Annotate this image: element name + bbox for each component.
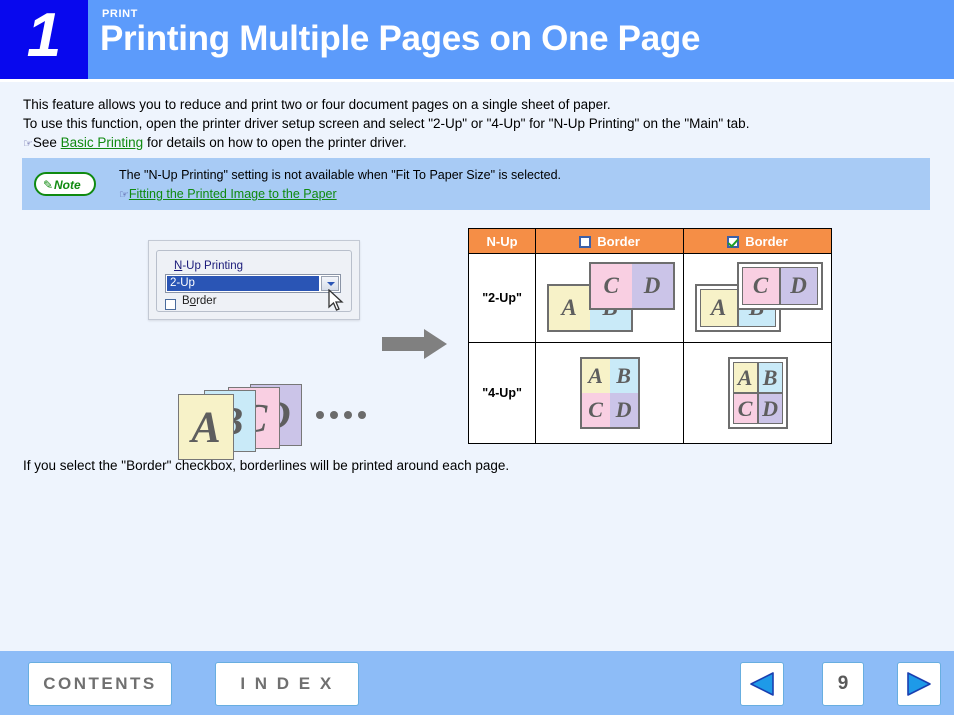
- intro-line-3: ☞See Basic Printing for details on how t…: [23, 133, 923, 154]
- table-row: "2-Up" A B C D A B: [467, 253, 832, 343]
- intro-line-2: To use this function, open the printer d…: [23, 116, 750, 131]
- basic-printing-link[interactable]: Basic Printing: [61, 135, 144, 150]
- pencil-icon: ✎: [43, 178, 54, 192]
- mouse-pointer-icon: [328, 289, 344, 311]
- source-page-a: A: [178, 394, 234, 460]
- ellipsis-dots: [316, 406, 372, 424]
- cell-4up-with-border: A B C D: [683, 342, 832, 444]
- note-badge-label: Note: [54, 178, 81, 192]
- note-badge: ✎ Note: [34, 172, 96, 196]
- page-d: D: [631, 264, 673, 308]
- page-header: 1 PRINT Printing Multiple Pages on One P…: [0, 0, 954, 79]
- chapter-number-box: 1: [0, 0, 88, 79]
- source-pages-illustration: D C B A: [176, 378, 376, 460]
- contents-button[interactable]: CONTENTS: [28, 662, 172, 706]
- page-c: C: [590, 264, 632, 308]
- header-divider: [0, 79, 954, 82]
- sheet-4up: A B C D: [727, 357, 788, 429]
- previous-page-button[interactable]: [740, 662, 784, 706]
- illustration-4up-no-border: A B C D: [537, 347, 683, 439]
- intro-text: This feature allows you to reduce and pr…: [23, 95, 923, 154]
- page-a: A: [581, 359, 610, 393]
- border-checkbox[interactable]: [165, 299, 176, 310]
- n-up-label-rest: -Up Printing: [182, 260, 244, 272]
- n-up-printing-group-label: N-Up Printing: [171, 260, 247, 272]
- note-body: The "N-Up Printing" setting is not avail…: [119, 166, 561, 205]
- source-page-a-letter: A: [191, 402, 221, 452]
- page-a: A: [699, 289, 738, 327]
- intro-line-1: This feature allows you to reduce and pr…: [23, 97, 611, 112]
- next-page-button[interactable]: [897, 662, 941, 706]
- chapter-number: 1: [26, 1, 62, 70]
- table-header-border-off-label: Border: [597, 233, 640, 249]
- cell-2up-no-border: A B C D: [535, 253, 685, 343]
- table-header-border-off: Border: [535, 228, 685, 254]
- cell-2up-with-border: A B C D: [683, 253, 832, 343]
- pointing-hand-icon: ☞: [119, 189, 129, 201]
- fitting-image-link[interactable]: Fitting the Printed Image to the Paper: [129, 187, 337, 201]
- intro-line-3-suffix: for details on how to open the printer d…: [143, 135, 407, 150]
- table-header-n-up: N-Up: [467, 228, 537, 254]
- page-d: D: [609, 393, 638, 427]
- illustration-2up-no-border: A B C D: [537, 258, 683, 338]
- n-up-printing-select[interactable]: 2-Up: [165, 274, 341, 293]
- note-text: The "N-Up Printing" setting is not avail…: [119, 168, 562, 182]
- table-row: "4-Up" A B C D A B C D: [467, 342, 832, 444]
- border-label-pre: B: [182, 295, 190, 307]
- table-header-row: N-Up Border Border: [467, 228, 832, 254]
- page-c: C: [581, 393, 610, 427]
- next-page-icon: [907, 672, 931, 696]
- page-a: A: [548, 286, 590, 330]
- page-c: C: [732, 393, 758, 424]
- table-header-border-on: Border: [683, 228, 832, 254]
- page-c: C: [741, 267, 780, 305]
- illustration-2up-with-border: A B C D: [685, 258, 831, 338]
- intro-line-3-prefix: See: [32, 135, 61, 150]
- sheet-4up: A B C D: [579, 357, 640, 429]
- illustration-4up-with-border: A B C D: [685, 347, 831, 439]
- row-label-2up: "2-Up": [467, 253, 537, 343]
- border-checkbox-label[interactable]: Border: [182, 295, 217, 307]
- sheet-2up-cd: C D: [588, 262, 675, 310]
- n-up-printing-selected-value: 2-Up: [167, 276, 319, 291]
- unchecked-checkbox-icon: [579, 235, 592, 248]
- checked-checkbox-icon: [727, 235, 740, 248]
- previous-page-icon: [750, 672, 774, 696]
- page-footer: CONTENTS I N D E X 9: [0, 651, 954, 715]
- note-link-row: ☞Fitting the Printed Image to the Paper: [119, 185, 561, 205]
- note-box: ✎ Note The "N-Up Printing" setting is no…: [22, 158, 930, 210]
- n-up-comparison-table: N-Up Border Border "2-Up" A B C: [467, 228, 832, 444]
- page-a: A: [732, 362, 758, 393]
- page-b: B: [757, 362, 783, 393]
- table-header-border-on-label: Border: [745, 233, 788, 249]
- right-arrow-icon: [382, 329, 447, 359]
- sheet-2up-cd: C D: [736, 262, 823, 310]
- page-title: Printing Multiple Pages on One Page: [100, 19, 701, 58]
- index-button[interactable]: I N D E X: [215, 662, 359, 706]
- page-number-box: 9: [822, 662, 864, 706]
- cell-4up-no-border: A B C D: [535, 342, 685, 444]
- page-d: D: [779, 267, 818, 305]
- row-label-4up: "4-Up": [467, 342, 537, 444]
- pointing-hand-icon: ☞: [23, 138, 33, 150]
- border-label-post: rder: [196, 295, 217, 307]
- page-d: D: [757, 393, 783, 424]
- border-caption: If you select the "Border" checkbox, bor…: [23, 458, 510, 473]
- page-b: B: [609, 359, 638, 393]
